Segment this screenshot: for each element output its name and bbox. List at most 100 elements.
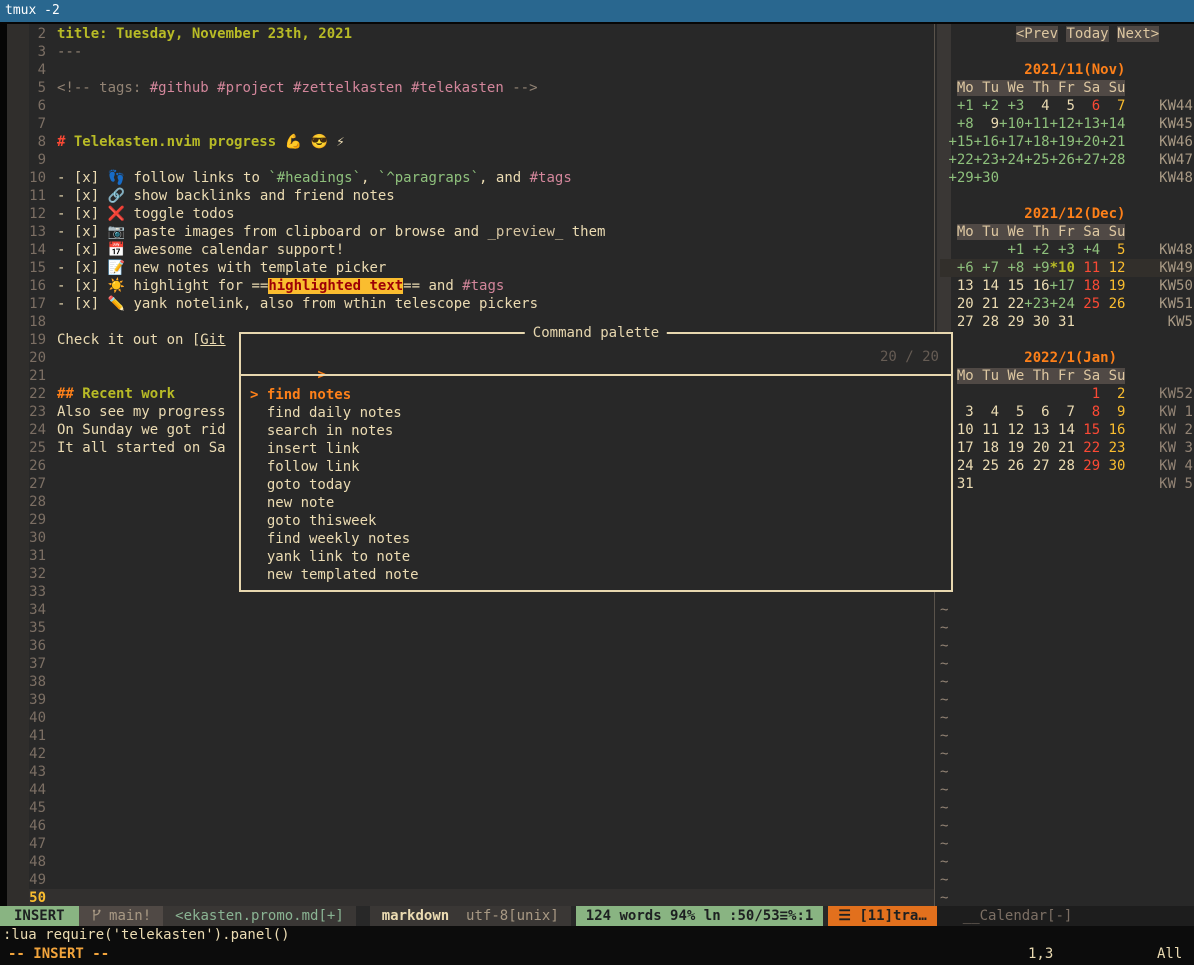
text-segment: KW47: [1125, 152, 1192, 168]
palette-item[interactable]: find weekly notes: [250, 530, 410, 548]
empty-line-tilde: ~: [940, 763, 1194, 781]
editor-line[interactable]: 35: [29, 619, 934, 637]
calendar-row[interactable]: +8 9+10+11+12+13+14 KW45: [940, 115, 1194, 133]
calendar-row[interactable]: +1 +2 +3 +4 5 KW48: [940, 241, 1194, 259]
calendar-row[interactable]: +6 +7 +8 +9*10 11 12 KW49: [940, 259, 1194, 277]
editor-line[interactable]: 11- [x] 🔗 show backlinks and friend note…: [29, 187, 934, 205]
terminal-scrollbar[interactable]: [7, 24, 29, 906]
editor-line[interactable]: 43: [29, 763, 934, 781]
calendar-nav-button[interactable]: Today: [1066, 26, 1108, 42]
palette-item[interactable]: follow link: [250, 458, 360, 476]
editor-line[interactable]: 34: [29, 601, 934, 619]
line-text: [46, 494, 57, 510]
palette-item[interactable]: new templated note: [250, 566, 419, 584]
text-segment: KW 1: [1125, 404, 1192, 420]
editor-line[interactable]: 13- [x] 📷 paste images from clipboard or…: [29, 223, 934, 241]
palette-item[interactable]: goto today: [250, 476, 351, 494]
editor-line[interactable]: 49: [29, 871, 934, 889]
calendar-nav-button[interactable]: <Prev: [1016, 26, 1058, 42]
palette-item[interactable]: > find notes: [250, 386, 351, 404]
calendar-row[interactable]: 3 4 5 6 7 8 9 KW 1: [940, 403, 1194, 421]
editor-line[interactable]: 44: [29, 781, 934, 799]
calendar-row[interactable]: 2022/1(Jan): [940, 349, 1194, 367]
text-segment: , and: [479, 170, 530, 186]
calendar-row[interactable]: 17 18 19 20 21 22 23 KW 3: [940, 439, 1194, 457]
calendar-row[interactable]: +15+16+17+18+19+20+21 KW46: [940, 133, 1194, 151]
palette-item[interactable]: insert link: [250, 440, 360, 458]
calendar-nav-row[interactable]: <Prev Today Next>: [940, 25, 1194, 43]
text-segment: [940, 206, 1024, 222]
editor-line[interactable]: 48: [29, 853, 934, 871]
editor-line[interactable]: 5<!-- tags: #github #project #zettelkast…: [29, 79, 934, 97]
editor-line[interactable]: 6: [29, 97, 934, 115]
editor-line[interactable]: 50: [29, 889, 934, 906]
editor-line[interactable]: 17- [x] ✏️ yank notelink, also from wthi…: [29, 295, 934, 313]
editor-line[interactable]: 7: [29, 115, 934, 133]
editor-line[interactable]: 45: [29, 799, 934, 817]
palette-item[interactable]: yank link to note: [250, 548, 410, 566]
calendar-nav-button[interactable]: Next>: [1117, 26, 1159, 42]
editor-line[interactable]: 36: [29, 637, 934, 655]
editor-line[interactable]: 16- [x] ☀️ highlight for ==highlighted t…: [29, 277, 934, 295]
line-text: [46, 818, 57, 834]
calendar-row[interactable]: +29+30 KW48: [940, 169, 1194, 187]
editor-line[interactable]: 42: [29, 745, 934, 763]
line-text: [46, 566, 57, 582]
palette-item[interactable]: new note: [250, 494, 334, 512]
editor-line[interactable]: 3---: [29, 43, 934, 61]
calendar-row[interactable]: 20 21 22+23+24 25 26 KW51: [940, 295, 1194, 313]
empty-line-tilde: ~: [940, 655, 1194, 673]
editor-line[interactable]: 46: [29, 817, 934, 835]
palette-item[interactable]: goto thisweek: [250, 512, 376, 530]
editor-line[interactable]: 40: [29, 709, 934, 727]
calendar-row[interactable]: 24 25 26 27 28 29 30 KW 4: [940, 457, 1194, 475]
editor-line[interactable]: 4: [29, 61, 934, 79]
line-text: Also see my progress: [46, 404, 226, 420]
calendar-row[interactable]: Mo Tu We Th Fr Sa Su: [940, 367, 1194, 385]
palette-item[interactable]: search in notes: [250, 422, 393, 440]
line-number: 33: [29, 583, 46, 601]
calendar-row[interactable]: Mo Tu We Th Fr Sa Su: [940, 79, 1194, 97]
empty-line-tilde: ~: [940, 745, 1194, 763]
editor-line[interactable]: 39: [29, 691, 934, 709]
editor-line[interactable]: 14- [x] 📅 awesome calendar support!: [29, 241, 934, 259]
text-segment: 5: [1100, 242, 1125, 258]
line-number: 5: [29, 79, 46, 97]
text-segment: [403, 80, 411, 96]
editor-line[interactable]: 9: [29, 151, 934, 169]
calendar-row[interactable]: +1 +2 +3 4 5 6 7 KW44: [940, 97, 1194, 115]
calendar-row[interactable]: Mo Tu We Th Fr Sa Su: [940, 223, 1194, 241]
calendar-row[interactable]: 13 14 15 16+17 18 19 KW50: [940, 277, 1194, 295]
palette-item[interactable]: find daily notes: [250, 404, 402, 422]
editor-line[interactable]: 38: [29, 673, 934, 691]
editor-line[interactable]: 8# Telekasten.nvim progress 💪 😎 ⚡: [29, 133, 934, 151]
calendar-row[interactable]: 2021/11(Nov): [940, 61, 1194, 79]
editor-line[interactable]: 47: [29, 835, 934, 853]
calendar-row[interactable]: 10 11 12 13 14 15 16 KW 2: [940, 421, 1194, 439]
calendar-row[interactable]: 2021/12(Dec): [940, 205, 1194, 223]
editor-line[interactable]: 37: [29, 655, 934, 673]
command-line[interactable]: :lua require('telekasten').panel(): [0, 926, 1194, 945]
editor-line[interactable]: 2title: Tuesday, November 23th, 2021: [29, 25, 934, 43]
calendar-row[interactable]: 31 KW 5: [940, 475, 1194, 493]
editor-line[interactable]: 10- [x] 👣 follow links to `#headings`, `…: [29, 169, 934, 187]
text-segment: #: [57, 134, 74, 150]
empty-line-tilde: ~: [940, 889, 1194, 906]
line-number: 49: [29, 871, 46, 889]
text-segment: 2022/1(Jan): [1024, 350, 1117, 366]
text-segment: 17 18 19 20 21: [948, 440, 1074, 456]
editor-line[interactable]: 12- [x] ❌ toggle todos: [29, 205, 934, 223]
text-segment: Mo Tu We Th Fr Sa Su: [957, 80, 1126, 96]
text-segment: 15: [1075, 422, 1100, 438]
editor-line[interactable]: 41: [29, 727, 934, 745]
calendar-row[interactable]: 1 2 KW52: [940, 385, 1194, 403]
text-segment: KW50: [1125, 278, 1192, 294]
editor-line[interactable]: 15- [x] 📝 new notes with template picker: [29, 259, 934, 277]
git-branch-label: main!: [109, 908, 151, 924]
calendar-row[interactable]: 27 28 29 30 31 KW5: [940, 313, 1194, 331]
empty-line-tilde: ~: [940, 817, 1194, 835]
palette-prompt-input[interactable]: >: [250, 348, 942, 366]
calendar-row[interactable]: +22+23+24+25+26+27+28 KW47: [940, 151, 1194, 169]
editor-line[interactable]: 18: [29, 313, 934, 331]
text-segment: [940, 62, 1024, 78]
